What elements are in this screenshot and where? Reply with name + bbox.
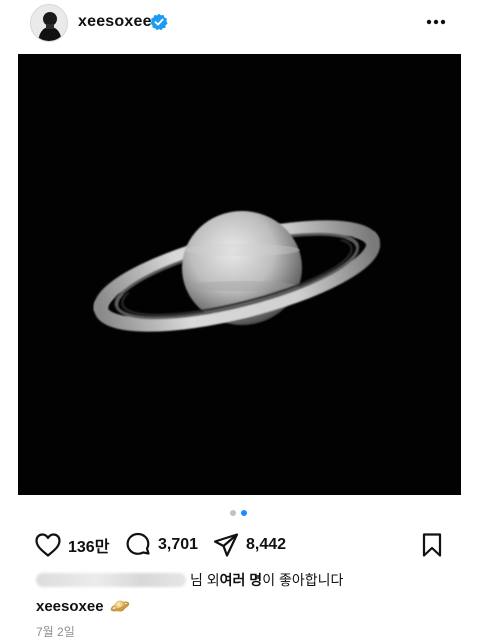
share-count[interactable]: 8,442 [246,536,286,554]
carousel-dot [230,510,236,516]
heart-icon [35,533,61,557]
caption: xeesoxee [36,597,130,615]
share-icon [213,533,239,557]
save-button[interactable] [420,528,444,562]
post-date: 7월 2일 [36,625,75,639]
post-header: xeesoxee [0,0,480,46]
action-bar: 136만 3,701 8,442 [0,528,480,562]
likes-summary[interactable]: 님 외 여러 명 이 좋아합니다 [36,570,343,590]
likes-summary-text-2: 이 좋아합니다 [262,572,344,588]
like-count[interactable]: 136만 [68,533,109,557]
share-button[interactable]: 8,442 [212,528,286,562]
likes-summary-others[interactable]: 여러 명 [220,570,263,590]
avatar[interactable] [30,4,68,42]
author-username[interactable]: xeesoxee [78,13,152,31]
carousel-dot-active [241,510,247,516]
caption-username[interactable]: xeesoxee [36,598,104,615]
comment-icon [126,532,150,555]
carousel-indicator [228,510,252,518]
saturn-emoji-icon [110,597,130,615]
likes-summary-text-1: 님 외 [190,572,220,588]
more-icon[interactable] [424,12,448,32]
bookmark-icon [422,533,442,557]
verified-badge-icon [150,13,168,31]
like-button[interactable]: 136만 [34,528,109,562]
blurred-liker-names [36,573,186,587]
comment-count[interactable]: 3,701 [158,536,198,554]
saturn-image [18,54,461,495]
comment-button[interactable]: 3,701 [124,528,198,562]
post-photo[interactable] [18,54,461,495]
